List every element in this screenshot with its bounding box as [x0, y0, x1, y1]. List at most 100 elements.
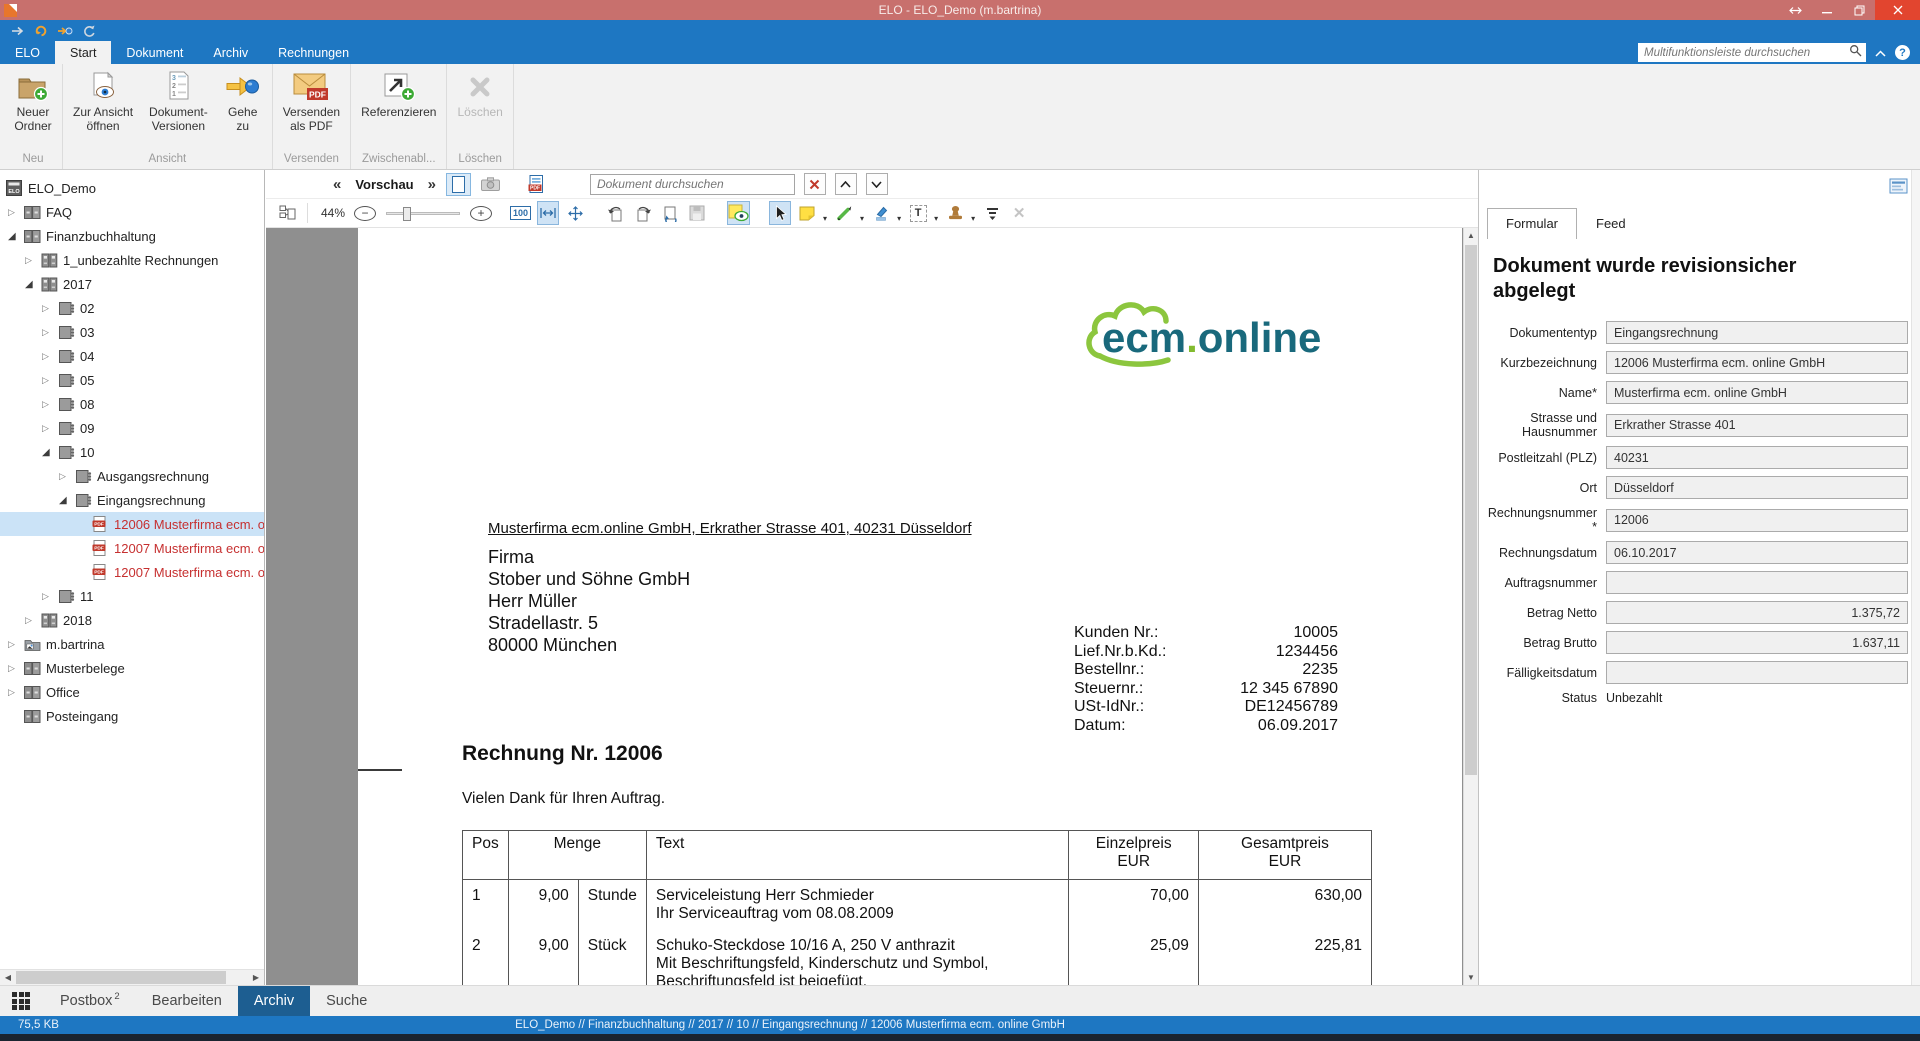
tree-item-posteingang[interactable]: Posteingang [0, 704, 264, 728]
zoom-slider[interactable] [386, 212, 460, 215]
tree-item-2017[interactable]: ◢2017 [0, 272, 264, 296]
tree-item-12007-musterfirma-ecm-online-gmbh[interactable]: PDF12007 Musterfirma ecm. online GmbH [0, 536, 264, 560]
form-input-name[interactable] [1606, 381, 1908, 404]
zoom-in-icon[interactable]: + [470, 206, 492, 221]
menu-tab-start[interactable]: Start [55, 41, 111, 64]
tree-item-12006-musterfirma-ecm-online-gmbh[interactable]: PDF12006 Musterfirma ecm. online GmbH [0, 512, 264, 536]
gehe-zu-button[interactable]: Gehezu [216, 66, 270, 133]
preview-vertical-scrollbar[interactable]: ▲ ▼ [1463, 228, 1478, 985]
stamp-icon[interactable] [944, 201, 966, 225]
expander-collapsed-icon[interactable]: ▷ [42, 591, 58, 602]
pdf-view-button[interactable]: PDF [524, 173, 549, 196]
tree-item-ausgangsrechnung[interactable]: ▷Ausgangsrechnung [0, 464, 264, 488]
zoom-100-button[interactable]: 100 [509, 201, 532, 225]
zur-ansicht-öffnen-button[interactable]: Zur Ansichtöffnen [65, 66, 141, 133]
tree-item-10[interactable]: ◢10 [0, 440, 264, 464]
expander-collapsed-icon[interactable]: ▷ [25, 255, 41, 266]
history-icon[interactable] [81, 23, 97, 39]
scroll-up-icon[interactable]: ▲ [1464, 228, 1478, 243]
text-note-dropdown-icon[interactable]: ▾ [934, 214, 938, 227]
marker-pen-icon[interactable] [833, 201, 855, 225]
tab-formular[interactable]: Formular [1487, 208, 1577, 239]
text-note-icon[interactable]: T [907, 201, 929, 225]
scroll-right-icon[interactable]: ▶ [248, 973, 264, 982]
form-input-rechnungsnummer[interactable] [1606, 509, 1908, 532]
window-resize-icon[interactable] [1779, 0, 1811, 20]
referenzieren-button[interactable]: Referenzieren [353, 66, 444, 120]
form-input-fälligkeitsdatum[interactable] [1606, 661, 1908, 684]
form-input-kurzbezeichnung[interactable] [1606, 351, 1908, 374]
tree-item-m-bartrina[interactable]: ▷m.bartrina [0, 632, 264, 656]
form-input-ort[interactable] [1606, 476, 1908, 499]
expander-collapsed-icon[interactable]: ▷ [59, 471, 75, 482]
view-tab-suche[interactable]: Suche [310, 986, 383, 1016]
expander-collapsed-icon[interactable]: ▷ [42, 351, 58, 362]
menu-tab-elo[interactable]: ELO [0, 41, 55, 64]
ribbon-search-input[interactable] [1638, 47, 1849, 59]
collapse-ribbon-icon[interactable] [1875, 44, 1886, 62]
find-next-button[interactable] [866, 173, 888, 195]
thumbnails-pane-icon[interactable] [276, 201, 298, 225]
expander-collapsed-icon[interactable]: ▷ [42, 327, 58, 338]
tree-item-eingangsrechnung[interactable]: ◢Eingangsrechnung [0, 488, 264, 512]
highlighter-icon[interactable] [870, 201, 892, 225]
select-cursor-icon[interactable] [769, 201, 791, 225]
window-close-button[interactable] [1875, 0, 1920, 20]
tree-item-2018[interactable]: ▷2018 [0, 608, 264, 632]
view-tab-postbox[interactable]: Postbox2 [44, 986, 136, 1016]
view-tab-archiv[interactable]: Archiv [238, 986, 310, 1016]
find-previous-button[interactable] [835, 173, 857, 195]
sticky-note-icon[interactable] [796, 201, 818, 225]
scrollbar-thumb[interactable] [1465, 245, 1477, 775]
expander-collapsed-icon[interactable]: ▷ [25, 615, 41, 626]
form-input-auftragsnummer[interactable] [1606, 571, 1908, 594]
expander-collapsed-icon[interactable]: ▷ [8, 207, 24, 218]
neuer-ordner-button[interactable]: NeuerOrdner [6, 66, 60, 133]
fit-page-icon[interactable] [564, 201, 586, 225]
tree-item-finanzbuchhaltung[interactable]: ◢Finanzbuchhaltung [0, 224, 264, 248]
form-input-betrag-brutto[interactable] [1606, 631, 1908, 654]
highlighter-dropdown-icon[interactable]: ▾ [897, 214, 901, 227]
expander-collapsed-icon[interactable]: ▷ [8, 687, 24, 698]
form-input-dokumententyp[interactable] [1606, 321, 1908, 344]
expander-collapsed-icon[interactable]: ▷ [42, 375, 58, 386]
menu-tab-rechnungen[interactable]: Rechnungen [263, 41, 364, 64]
form-input-postleitzahl-plz[interactable] [1606, 446, 1908, 469]
checkin-icon[interactable] [57, 23, 73, 39]
fit-width-icon[interactable] [537, 201, 559, 225]
scroll-down-icon[interactable]: ▼ [1464, 970, 1478, 985]
window-restore-button[interactable] [1843, 0, 1875, 20]
menu-tab-dokument[interactable]: Dokument [111, 41, 198, 64]
tab-feed[interactable]: Feed [1577, 208, 1645, 239]
refresh-icon[interactable] [33, 23, 49, 39]
tree-item-1-unbezahlte-rechnungen[interactable]: ▷1_unbezahlte Rechnungen [0, 248, 264, 272]
photo-view-button[interactable] [478, 173, 503, 196]
form-scrollbar[interactable] [1911, 170, 1920, 985]
forward-arrow-icon[interactable] [9, 23, 25, 39]
form-detail-icon[interactable] [1889, 178, 1908, 199]
help-icon[interactable]: ? [1895, 45, 1910, 60]
tree-item-faq[interactable]: ▷FAQ [0, 200, 264, 224]
rotate-left-icon[interactable] [605, 201, 627, 225]
scrollbar-thumb[interactable] [16, 971, 226, 984]
expander-expanded-icon[interactable]: ◢ [59, 495, 75, 506]
previous-document-icon[interactable]: « [330, 176, 344, 193]
expander-expanded-icon[interactable]: ◢ [42, 447, 58, 458]
marker-pen-dropdown-icon[interactable]: ▾ [860, 214, 864, 227]
tree-item-12007-musterfirma-ecm-online-gmbh[interactable]: PDF12007 Musterfirma ecm. online GmbH [0, 560, 264, 584]
zoom-slider-thumb[interactable] [403, 207, 411, 221]
form-input-strasse-und-hausnummer[interactable] [1606, 414, 1908, 437]
expander-collapsed-icon[interactable]: ▷ [42, 303, 58, 314]
tree-item-03[interactable]: ▷03 [0, 320, 264, 344]
tree-item-09[interactable]: ▷09 [0, 416, 264, 440]
dokument-versionen-button[interactable]: 321Dokument-Versionen [141, 66, 216, 133]
expander-collapsed-icon[interactable]: ▷ [8, 663, 24, 674]
tree-item-11[interactable]: ▷11 [0, 584, 264, 608]
tree-item-office[interactable]: ▷Office [0, 680, 264, 704]
tree-item-04[interactable]: ▷04 [0, 344, 264, 368]
zoom-out-icon[interactable]: − [354, 206, 376, 221]
tree-item-05[interactable]: ▷05 [0, 368, 264, 392]
document-search-input[interactable] [590, 174, 795, 195]
page-view-button[interactable] [446, 173, 471, 196]
versenden-als-pdf-button[interactable]: PDFVersendenals PDF [275, 66, 348, 133]
